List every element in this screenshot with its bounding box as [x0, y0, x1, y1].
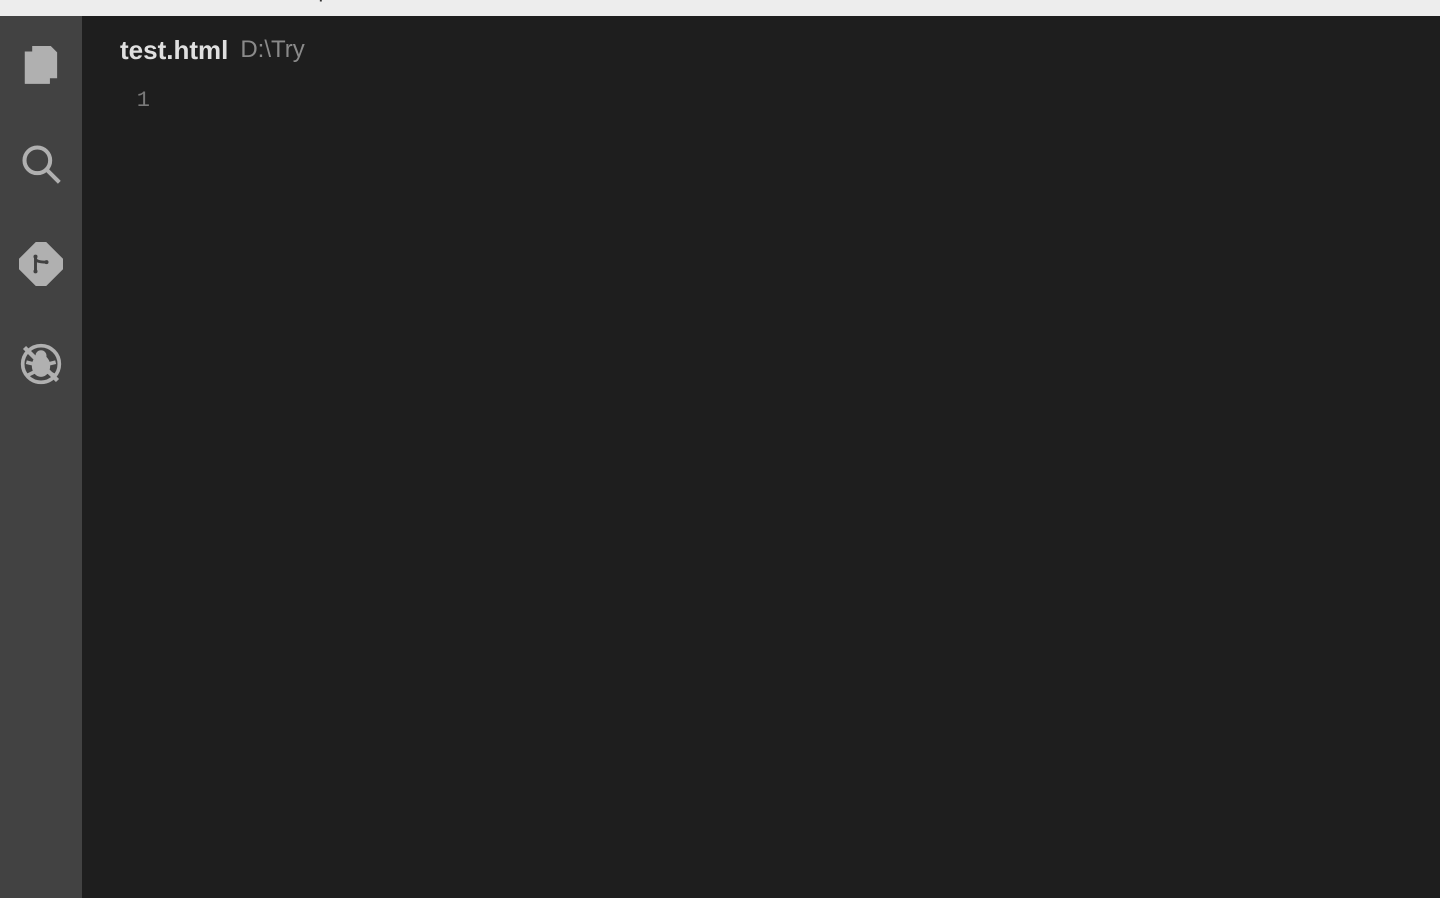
git-icon [19, 242, 63, 291]
activity-git[interactable] [0, 216, 82, 316]
search-icon [19, 142, 63, 191]
activity-debug[interactable] [0, 316, 82, 416]
activity-bar [0, 16, 82, 898]
code-content[interactable] [172, 84, 1440, 898]
activity-explorer[interactable] [0, 16, 82, 116]
activity-search[interactable] [0, 116, 82, 216]
line-number: 1 [82, 88, 150, 113]
tab-path: D:\Try [240, 36, 304, 64]
debug-icon [19, 342, 63, 391]
menu-bar: File Edit View Goto Help [0, 0, 1440, 16]
line-number-gutter: 1 [82, 84, 172, 898]
editor-tab[interactable]: test.html D:\Try [82, 16, 1440, 84]
editor-area: test.html D:\Try 1 [82, 16, 1440, 898]
code-editor[interactable]: 1 [82, 84, 1440, 898]
files-icon [19, 42, 63, 91]
tab-filename: test.html [120, 35, 228, 66]
